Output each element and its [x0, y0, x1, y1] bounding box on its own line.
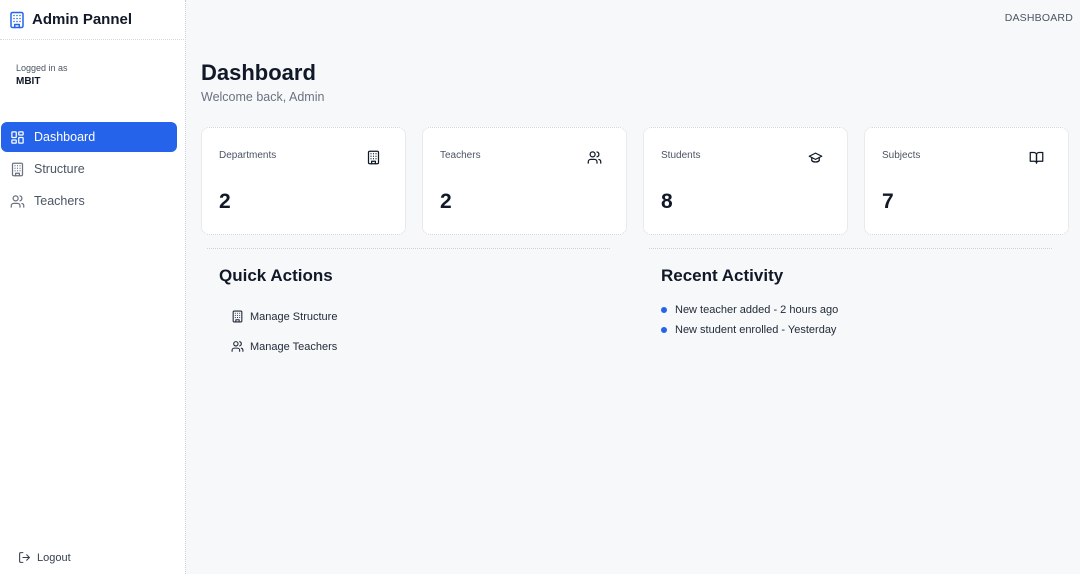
users-icon — [587, 150, 602, 165]
breadcrumb: DASHBOARD — [1004, 12, 1073, 24]
sidebar-item-dashboard[interactable]: Dashboard — [1, 122, 177, 152]
manage-structure-button[interactable]: Manage Structure — [231, 310, 337, 323]
page-title: Dashboard — [201, 60, 316, 85]
dashboard-icon — [10, 130, 25, 145]
brand[interactable]: Admin Pannel — [0, 0, 186, 40]
quick-action-label: Manage Teachers — [250, 340, 338, 353]
users-icon — [10, 194, 25, 209]
stat-label: Teachers — [440, 150, 481, 161]
logout-label: Logout — [37, 551, 71, 564]
manage-teachers-button[interactable]: Manage Teachers — [231, 340, 337, 353]
quick-action-label: Manage Structure — [250, 310, 338, 323]
building-icon — [366, 150, 381, 165]
users-icon — [231, 340, 244, 353]
graduation-cap-icon — [808, 150, 823, 165]
stat-value: 8 — [661, 190, 673, 213]
logged-in-user: MBIT — [16, 76, 41, 87]
sidebar-item-label: Teachers — [34, 194, 85, 208]
stats-cards: Departments 2 Teachers 2 Students 8 Subj… — [201, 127, 1071, 235]
logout-icon — [18, 551, 31, 564]
activity-text: New teacher added - 2 hours ago — [675, 304, 839, 316]
stat-label: Subjects — [882, 150, 921, 161]
sidebar-nav: Dashboard Structure Teachers — [0, 122, 186, 218]
activity-text: New student enrolled - Yesterday — [675, 324, 837, 336]
stat-value: 2 — [219, 190, 231, 213]
stat-label: Departments — [219, 150, 277, 161]
page-header: Dashboard Welcome back, Admin — [201, 60, 1071, 104]
page-subtitle: Welcome back, Admin — [201, 90, 325, 104]
logged-in-label: Logged in as — [16, 63, 68, 73]
stat-card-students: Students 8 — [643, 127, 848, 235]
activity-item: New teacher added - 2 hours ago — [661, 304, 838, 316]
stat-value: 7 — [882, 190, 894, 213]
bullet-dot — [661, 327, 667, 333]
bullet-dot — [661, 307, 667, 313]
quick-actions-title: Quick Actions — [219, 266, 333, 285]
stat-label: Students — [661, 150, 701, 161]
divider — [207, 248, 610, 249]
building-icon — [8, 11, 26, 29]
app-title: Admin Pannel — [32, 11, 133, 28]
sidebar-item-label: Dashboard — [34, 130, 96, 144]
sidebar: Admin Pannel Logged in as MBIT Dashboard — [0, 0, 186, 574]
logout-button[interactable]: Logout — [18, 551, 71, 564]
stat-card-teachers: Teachers 2 — [422, 127, 627, 235]
divider — [649, 248, 1052, 249]
recent-activity-title: Recent Activity — [661, 266, 784, 285]
building-icon — [10, 162, 25, 177]
stat-card-departments: Departments 2 — [201, 127, 406, 235]
book-icon — [1029, 150, 1044, 165]
activity-item: New student enrolled - Yesterday — [661, 324, 836, 336]
quick-actions-panel: Quick Actions Manage Structure Manage Te… — [201, 248, 616, 374]
sidebar-item-structure[interactable]: Structure — [1, 154, 177, 184]
logged-in-info: Logged in as MBIT — [16, 63, 68, 87]
recent-activity-panel: Recent Activity New teacher added - 2 ho… — [643, 248, 1058, 374]
stat-card-subjects: Subjects 7 — [864, 127, 1069, 235]
sidebar-item-teachers[interactable]: Teachers — [1, 186, 177, 216]
sidebar-item-label: Structure — [34, 162, 85, 176]
stat-value: 2 — [440, 190, 452, 213]
building-icon — [231, 310, 244, 323]
